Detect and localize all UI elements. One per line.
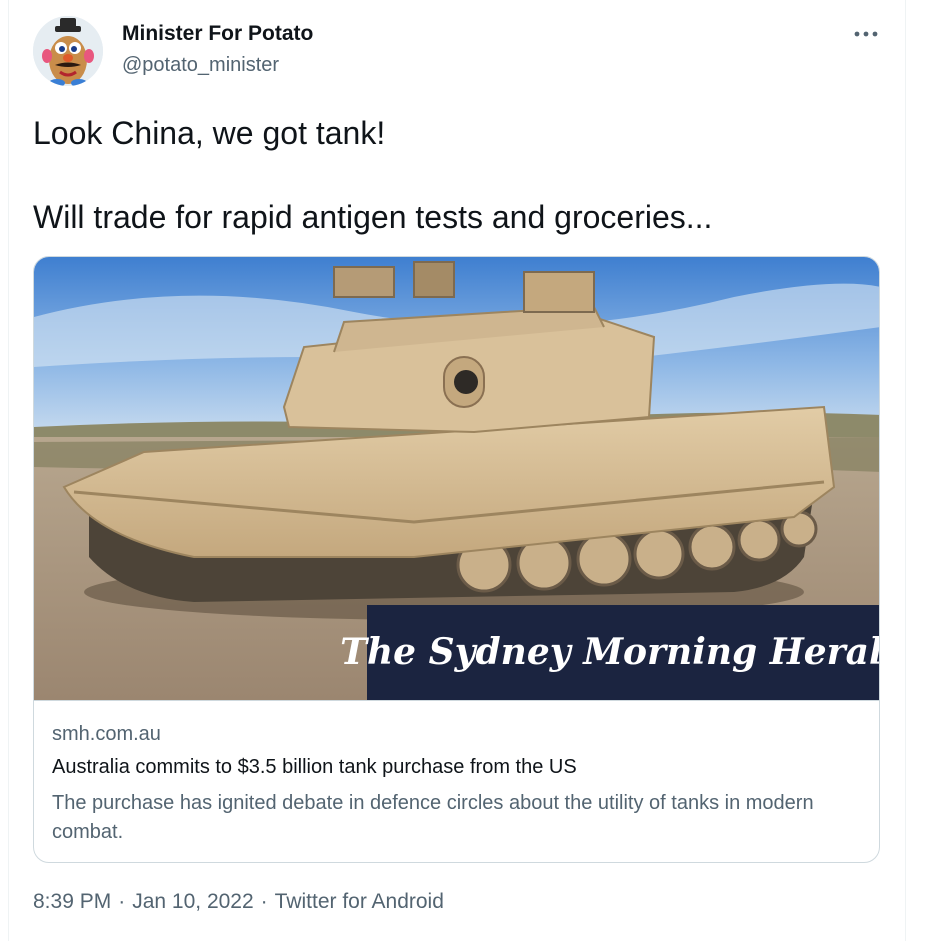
card-image[interactable]: The Sydney Morning Herald bbox=[34, 257, 880, 700]
card-meta: smh.com.au Australia commits to $3.5 bil… bbox=[34, 700, 879, 843]
tweet-time[interactable]: 8:39 PM bbox=[33, 890, 111, 913]
tweet-text-line: Look China, we got tank! bbox=[33, 115, 386, 151]
tweet-timestamp-row: 8:39 PM · Jan 10, 2022 · Twitter for Android bbox=[33, 890, 444, 914]
more-horizontal-icon[interactable] bbox=[851, 22, 881, 46]
display-name[interactable]: Minister For Potato bbox=[122, 22, 313, 46]
separator: · bbox=[118, 890, 126, 913]
user-handle[interactable]: @potato_minister bbox=[122, 54, 279, 77]
separator: · bbox=[260, 890, 268, 913]
card-description: The purchase has ignited debate in defen… bbox=[52, 792, 814, 843]
link-preview-card[interactable]: The Sydney Morning Herald smh.com.au Aus… bbox=[33, 256, 880, 863]
tweet-date[interactable]: Jan 10, 2022 bbox=[132, 890, 253, 913]
tweet-source[interactable]: Twitter for Android bbox=[275, 890, 444, 913]
card-domain: smh.com.au bbox=[52, 723, 161, 745]
tweet-text: Look China, we got tank! Will trade for … bbox=[33, 112, 893, 280]
masthead-text: The Sydney Morning Herald bbox=[340, 631, 880, 673]
avatar[interactable] bbox=[33, 16, 103, 86]
tweet-text-line: Will trade for rapid antigen tests and g… bbox=[33, 199, 713, 235]
card-title[interactable]: Australia commits to $3.5 billion tank p… bbox=[52, 756, 577, 779]
